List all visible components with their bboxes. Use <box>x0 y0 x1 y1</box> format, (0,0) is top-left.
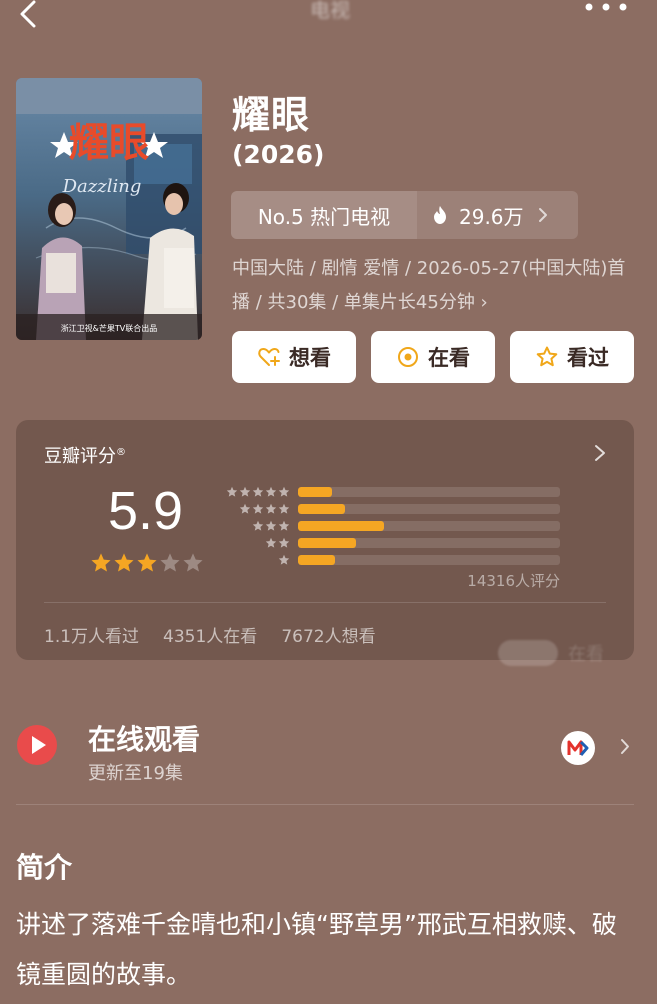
small-star-icon <box>278 503 290 514</box>
score-stars <box>90 552 205 574</box>
intro-text: 讲述了落难千金晴也和小镇“野草男”邢武互相救赎、破镜重圆的故事。 <box>16 910 617 989</box>
star-outline-icon <box>536 346 558 367</box>
online-watch-subtitle: 更新至19集 <box>88 763 183 784</box>
watch-stats: 1.1万人看过 4351人在看 7672人想看 <box>44 622 400 647</box>
distribution-row <box>224 534 564 551</box>
small-star-icon <box>239 486 251 497</box>
star-filled-icon <box>137 553 157 572</box>
rating-distribution <box>224 483 564 568</box>
distribution-row <box>224 483 564 500</box>
heart-plus-icon <box>258 348 280 366</box>
poster-image[interactable]: 耀眼 Dazzling 浙江卫视&芒果TV联合出品 <box>16 78 202 340</box>
distribution-stars <box>224 520 298 532</box>
watched-label: 看过 <box>567 346 609 370</box>
distribution-bar <box>298 503 346 514</box>
small-star-icon <box>226 486 238 497</box>
distribution-track <box>298 520 560 531</box>
distribution-stars <box>224 537 298 549</box>
section-divider <box>16 804 634 805</box>
small-star-icon <box>278 520 290 531</box>
online-watch-title: 在线观看 <box>88 723 201 756</box>
chevron-right-icon <box>538 208 547 222</box>
movie-title: 耀眼 <box>232 93 311 137</box>
star-filled-icon <box>114 553 134 572</box>
back-button[interactable] <box>10 0 44 30</box>
chevron-left-icon <box>20 0 36 28</box>
rating-score: 5.9 <box>108 481 184 541</box>
distribution-track <box>298 486 560 497</box>
heat-section[interactable]: 29.6万 <box>417 191 578 239</box>
stat-want: 7672人想看 <box>281 627 376 647</box>
watching-button[interactable]: 在看 <box>371 331 495 383</box>
watched-button[interactable]: 看过 <box>510 331 634 383</box>
poster-english-art: Dazzling <box>62 176 142 197</box>
poster-caption: 浙江卫视&芒果TV联合出品 <box>61 323 158 333</box>
heat-value: 29.6万 <box>459 204 524 229</box>
flame-icon <box>434 206 446 224</box>
watching-label: 在看 <box>428 346 470 370</box>
distribution-stars <box>224 486 298 498</box>
action-buttons: 想看 在看 看过 <box>232 331 634 383</box>
intro-title: 简介 <box>16 851 73 884</box>
distribution-track <box>298 503 560 514</box>
distribution-bar <box>298 537 356 548</box>
chevron-right-icon <box>621 739 629 754</box>
movie-year: (2026) <box>232 140 325 169</box>
watermark-logo-icon <box>498 640 558 666</box>
distribution-bar <box>298 486 333 497</box>
small-star-icon <box>265 503 277 514</box>
star-empty-icon <box>160 553 180 572</box>
mango-tv-logo-icon <box>561 731 595 765</box>
small-star-icon <box>265 486 277 497</box>
small-star-icon <box>278 554 290 565</box>
distribution-stars <box>224 554 298 566</box>
distribution-row <box>224 551 564 568</box>
poster-title-art: 耀眼 <box>69 119 149 166</box>
want-to-watch-button[interactable]: 想看 <box>232 331 356 383</box>
top-bar: 电视 <box>0 0 657 40</box>
chevron-right-icon[interactable] <box>594 444 606 462</box>
distribution-bar <box>298 520 385 531</box>
stat-watched: 1.1万人看过 <box>44 627 140 647</box>
distribution-bar <box>298 554 335 565</box>
rating-label-text: 豆瓣评分 <box>44 446 116 467</box>
small-star-icon <box>252 503 264 514</box>
watermark-text: 在看 <box>568 644 604 665</box>
rating-card[interactable]: 豆瓣评分® 5.9 14316人评分 1.1万人看过 4351人在看 7672人… <box>16 420 634 666</box>
star-empty-icon <box>183 553 203 572</box>
star-filled-icon <box>91 553 111 572</box>
movie-meta[interactable]: 中国大陆 / 剧情 爱情 / 2026-05-27(中国大陆)首播 / 共30集… <box>232 252 632 320</box>
more-dots-icon <box>585 3 627 11</box>
want-to-watch-label: 想看 <box>289 346 331 370</box>
more-button[interactable] <box>581 0 631 16</box>
small-star-icon <box>265 537 277 548</box>
distribution-row <box>224 500 564 517</box>
distribution-stars <box>224 503 298 515</box>
rank-label[interactable]: No.5 热门电视 <box>231 191 417 239</box>
small-star-icon <box>278 486 290 497</box>
rating-label: 豆瓣评分® <box>44 442 126 468</box>
watermark: 在看 <box>498 640 604 666</box>
divider <box>44 602 606 603</box>
stat-watching: 4351人在看 <box>163 627 258 647</box>
rank-box[interactable]: No.5 热门电视 29.6万 <box>231 191 578 239</box>
small-star-icon <box>239 503 251 514</box>
distribution-track <box>298 537 560 548</box>
play-icon <box>17 725 57 765</box>
online-watch-row[interactable]: 在线观看 更新至19集 <box>0 700 657 800</box>
vote-count: 14316人评分 <box>467 572 560 590</box>
distribution-track <box>298 554 560 565</box>
small-star-icon <box>252 520 264 531</box>
distribution-row <box>224 517 564 534</box>
small-star-icon <box>265 520 277 531</box>
watching-icon <box>398 347 418 367</box>
small-star-icon <box>278 537 290 548</box>
registered-mark: ® <box>116 447 126 458</box>
poster-art: 耀眼 Dazzling 浙江卫视&芒果TV联合出品 <box>16 78 202 340</box>
page-title: 电视 <box>310 0 350 22</box>
small-star-icon <box>252 486 264 497</box>
